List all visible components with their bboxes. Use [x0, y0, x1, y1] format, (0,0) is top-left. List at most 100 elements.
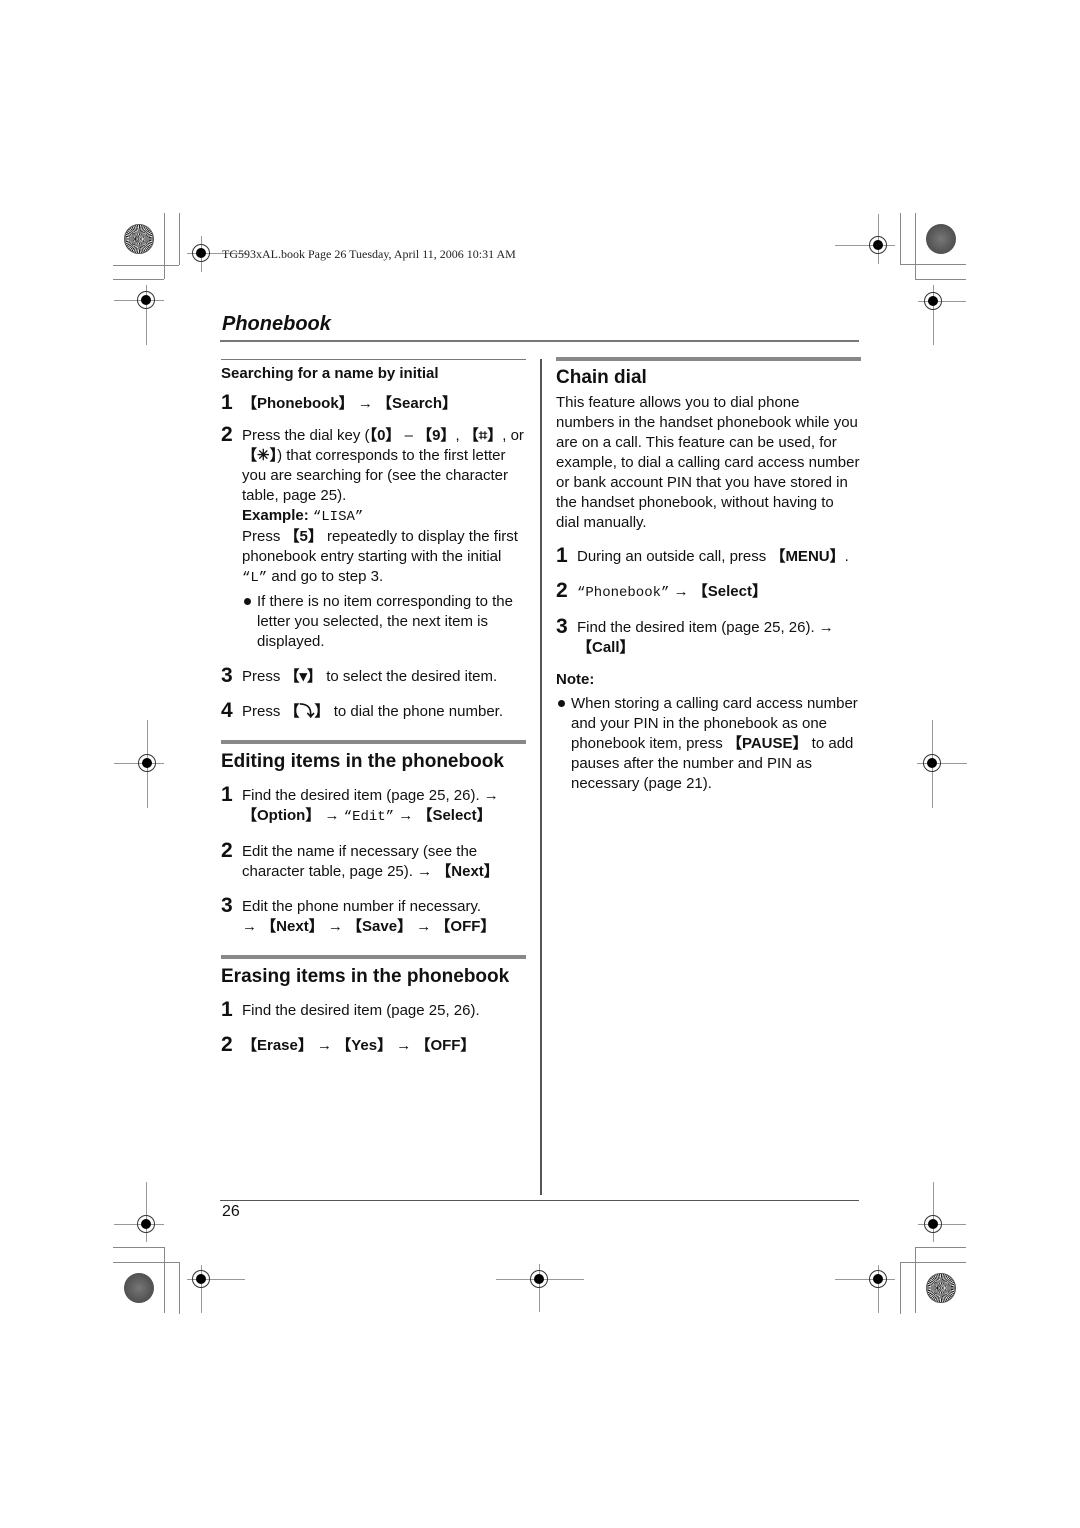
- initial-letter: “L”: [242, 570, 268, 586]
- section-divider: [556, 357, 861, 361]
- column-divider: [540, 359, 542, 1195]
- step-number: 3: [556, 615, 568, 638]
- step-3: 3 Find the desired item (page 25, 26). →…: [556, 615, 861, 658]
- chain-dial-section: Chain dial This feature allows you to di…: [556, 357, 861, 794]
- section-title: Phonebook: [222, 313, 331, 335]
- crop-line: [900, 264, 966, 265]
- step-text: Press the dial key (: [242, 427, 370, 444]
- registration-mark-icon: [137, 1215, 155, 1233]
- footer-divider: [220, 1200, 859, 1201]
- crop-line: [900, 213, 901, 265]
- key-5: 【5】: [284, 528, 323, 545]
- crop-line: [915, 213, 916, 279]
- right-column: Chain dial This feature allows you to di…: [556, 357, 861, 794]
- crop-line: [113, 265, 179, 266]
- key-save: 【Save】: [347, 918, 413, 935]
- arrow-icon: →: [392, 1037, 416, 1054]
- crop-line: [900, 1262, 966, 1263]
- key-yes: 【Yes】: [336, 1037, 393, 1054]
- crop-line: [179, 213, 180, 265]
- step-number: 2: [556, 579, 568, 602]
- step-1: 1 Find the desired item (page 25, 26).: [221, 998, 526, 1021]
- key-menu: 【MENU】: [770, 548, 845, 565]
- crop-line: [915, 279, 966, 280]
- registration-mark-icon: [530, 1270, 548, 1288]
- crop-line: [179, 1262, 180, 1314]
- crop-line: [915, 1247, 916, 1313]
- bullet-item: If there is no item corresponding to the…: [242, 592, 526, 652]
- crop-line: [933, 1182, 934, 1242]
- step-text: .: [844, 548, 849, 565]
- step-3: 3 Press 【▾】 to select the desired item.: [221, 664, 526, 687]
- key-call: 【Call】: [577, 639, 635, 656]
- page-number: 26: [222, 1203, 240, 1220]
- note-label: Note:: [556, 671, 595, 688]
- arrow-icon: →: [242, 918, 262, 935]
- example-label: Example:: [242, 507, 313, 524]
- step-text: Find the desired item (page 25, 26).: [242, 1002, 480, 1019]
- menu-phonebook: “Phonebook”: [577, 585, 670, 601]
- bullet-text: If there is no item corresponding to the…: [257, 593, 513, 650]
- arrow-icon: →: [312, 1037, 337, 1054]
- registration-mark-icon: [192, 1270, 210, 1288]
- arrow-icon: →: [394, 807, 418, 824]
- example: Example: “LISA”: [242, 506, 526, 527]
- key-search: 【Search】: [377, 395, 458, 412]
- step-text: Find the desired item (page 25, 26). →: [577, 619, 834, 636]
- editing-section: Editing items in the phonebook 1 Find th…: [221, 740, 526, 937]
- registration-disc-icon: [124, 224, 154, 254]
- key-next: 【Next】: [436, 863, 499, 880]
- step-1: 1 Find the desired item (page 25, 26). →…: [221, 783, 526, 827]
- arrow-icon: →: [320, 807, 344, 824]
- left-column: Searching for a name by initial 1 【Phone…: [221, 359, 526, 1071]
- step-text: Edit the phone number if necessary.: [242, 898, 482, 915]
- erasing-section: Erasing items in the phonebook 1 Find th…: [221, 955, 526, 1056]
- intro-paragraph: This feature allows you to dial phone nu…: [556, 394, 860, 531]
- arrow-icon: →: [353, 395, 378, 412]
- key-talk-icon: 【⤵】: [284, 703, 330, 720]
- crop-line: [164, 1247, 165, 1313]
- step-number: 3: [221, 664, 233, 687]
- key-star: 【✳】: [242, 447, 278, 464]
- example-value: “LISA”: [312, 509, 364, 525]
- crop-line: [113, 279, 164, 280]
- key-off: 【OFF】: [435, 918, 496, 935]
- registration-mark-icon: [923, 754, 941, 772]
- arrow-icon: →: [412, 918, 436, 935]
- registration-mark-icon: [869, 1270, 887, 1288]
- step-4: 4 Press 【⤵】 to dial the phone number.: [221, 699, 526, 722]
- step-text: Find the desired item (page 25, 26). →: [242, 787, 499, 804]
- key-down-arrow-icon: 【▾】: [284, 668, 323, 685]
- step-2: 2 Press the dial key (【0】 – 【9】, 【⌗】, or…: [221, 423, 526, 652]
- print-header: TG593xAL.book Page 26 Tuesday, April 11,…: [222, 247, 516, 261]
- crop-line: [113, 1247, 164, 1248]
- crop-line: [113, 1262, 179, 1263]
- registration-disc-icon: [124, 1273, 154, 1303]
- step-text: and go to step 3.: [267, 568, 384, 585]
- registration-mark-icon: [137, 291, 155, 309]
- key-erase: 【Erase】: [242, 1037, 313, 1054]
- key-phonebook: 【Phonebook】: [242, 395, 354, 412]
- registration-mark-icon: [192, 244, 210, 262]
- step-text: to select the desired item.: [322, 668, 498, 685]
- menu-edit: “Edit”: [343, 809, 395, 825]
- section-heading: Editing items in the phonebook: [221, 751, 504, 772]
- key-option: 【Option】: [242, 807, 321, 824]
- bullet-icon: [558, 700, 565, 707]
- subsection-heading: Searching for a name by initial: [221, 365, 439, 382]
- registration-mark-icon: [138, 754, 156, 772]
- key-select: 【Select】: [692, 583, 767, 600]
- search-by-initial-section: Searching for a name by initial 1 【Phone…: [221, 359, 526, 722]
- step-1: 1 【Phonebook】 → 【Search】: [221, 391, 526, 414]
- step-3: 3 Edit the phone number if necessary. → …: [221, 894, 526, 937]
- step-text: Press: [242, 668, 285, 685]
- key-0: 【0】: [369, 427, 401, 444]
- section-divider: [221, 740, 526, 744]
- step-text: Press: [242, 703, 285, 720]
- step-number: 2: [221, 1033, 233, 1056]
- note-bullet: When storing a calling card access numbe…: [556, 694, 861, 794]
- registration-disc-icon: [926, 1273, 956, 1303]
- step-number: 2: [221, 423, 233, 446]
- key-pause: 【PAUSE】: [726, 735, 808, 752]
- subsection-divider: [221, 359, 526, 360]
